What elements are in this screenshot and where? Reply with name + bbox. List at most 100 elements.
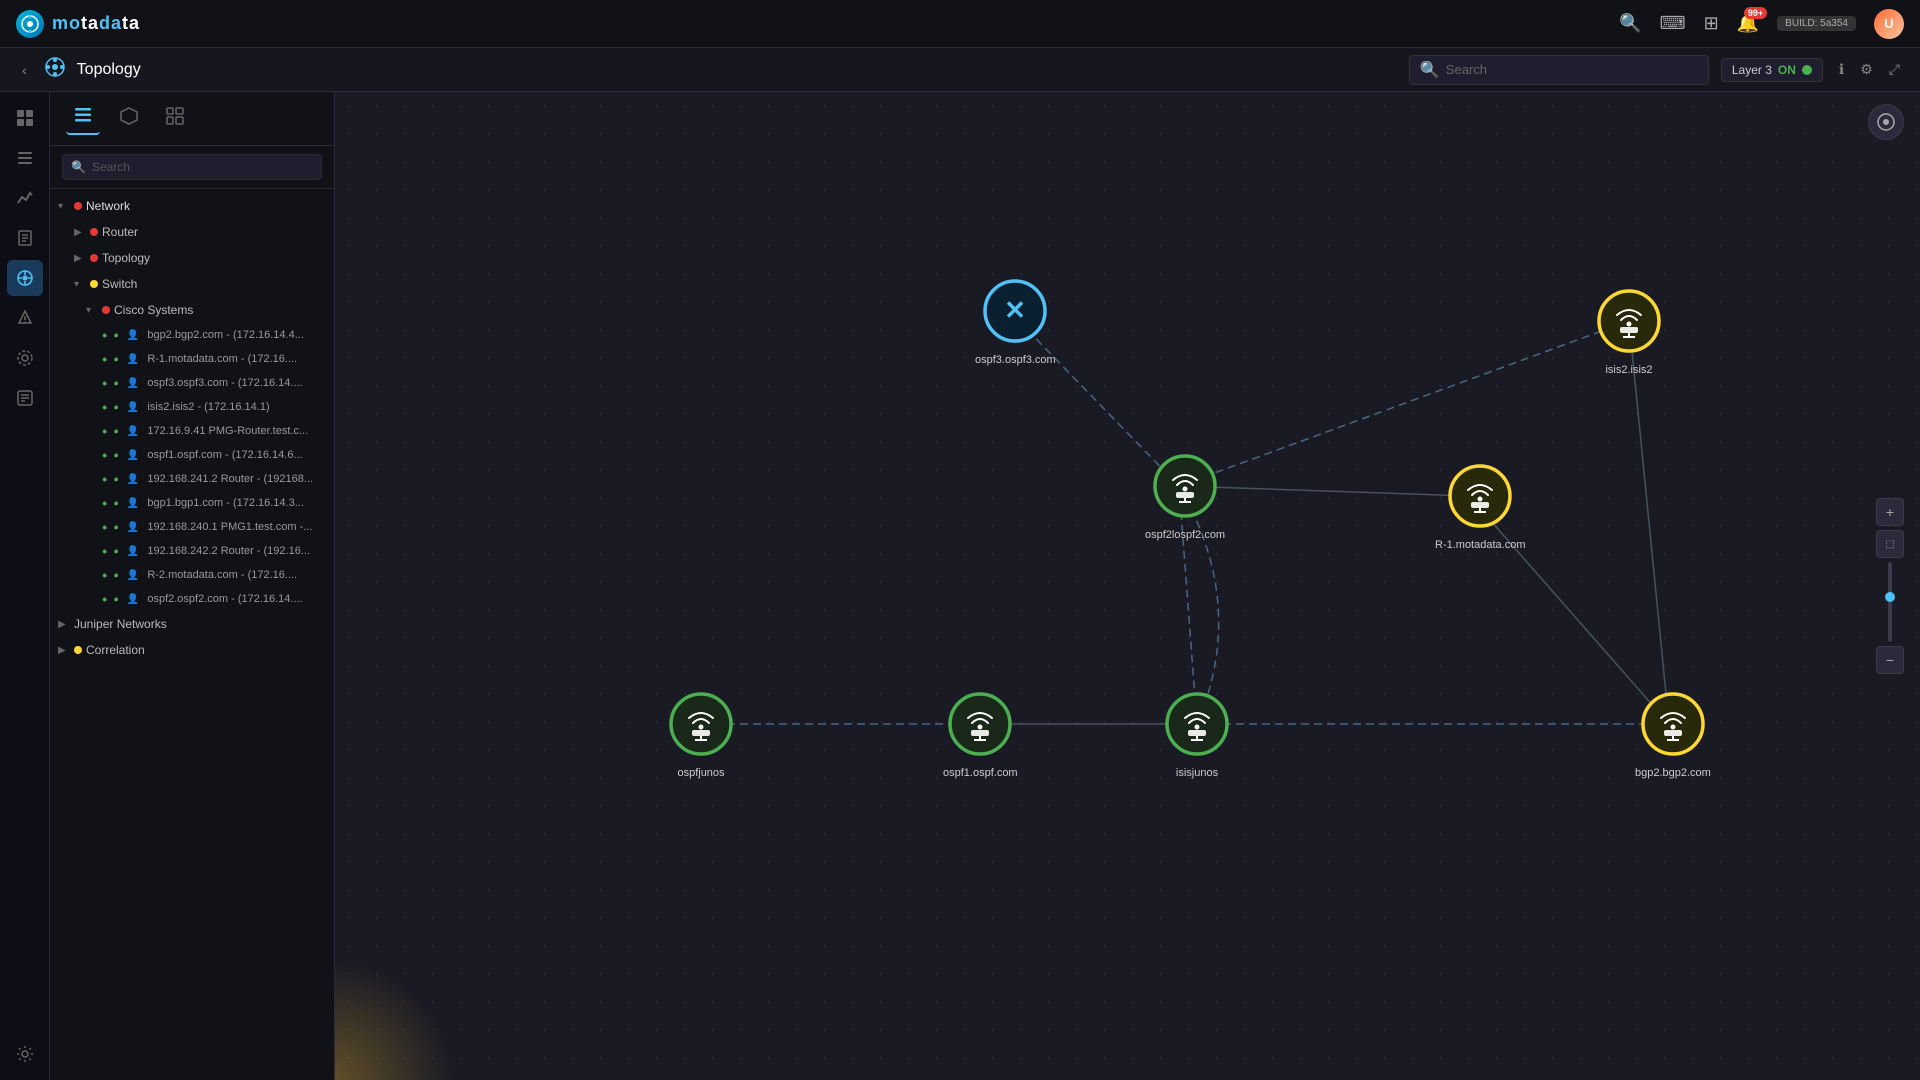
node-label: ospf3.ospf3.com bbox=[975, 354, 1056, 366]
sidebar-search-box[interactable]: 🔍 bbox=[62, 154, 322, 180]
node-icon bbox=[667, 690, 735, 763]
tree-correlation[interactable]: ▶ Correlation bbox=[50, 637, 334, 663]
avatar[interactable]: U bbox=[1874, 9, 1904, 39]
settings-button[interactable]: ⚙ bbox=[1856, 57, 1877, 82]
tree-topology[interactable]: ▶ Topology bbox=[50, 245, 334, 271]
node-label: ospf2lospf2.com bbox=[1145, 529, 1225, 541]
nav-dashboard[interactable] bbox=[7, 100, 43, 136]
build-badge: BUILD: 5a354 bbox=[1777, 16, 1856, 31]
correlation-arrow[interactable]: ▶ bbox=[58, 645, 70, 656]
topology-node[interactable]: isis2.isis2 bbox=[1595, 287, 1663, 376]
sidebar-tab-devices[interactable] bbox=[112, 103, 146, 134]
topology-status-dot bbox=[90, 254, 98, 262]
tree-juniper[interactable]: ▶ Juniper Networks bbox=[50, 611, 334, 637]
expand-button[interactable]: ⤢ bbox=[1885, 57, 1904, 82]
router-status-dot bbox=[90, 228, 98, 236]
topology-node[interactable]: bgp2.bgp2.com bbox=[1635, 690, 1711, 779]
network-label: Network bbox=[86, 199, 130, 213]
nav-analytics[interactable] bbox=[7, 180, 43, 216]
sidebar-tab-grid[interactable] bbox=[158, 103, 192, 134]
svg-text:✕: ✕ bbox=[1004, 295, 1026, 325]
topology-node[interactable]: ospfjunos bbox=[667, 690, 735, 779]
list-item[interactable]: ● ● 👤 R-2.motadata.com - (172.16.... bbox=[50, 563, 334, 587]
list-item[interactable]: ● ● 👤 bgp2.bgp2.com - (172.16.14.4... bbox=[50, 323, 334, 347]
sidebar-search-input[interactable] bbox=[92, 160, 313, 174]
sidebar-search: 🔍 bbox=[50, 146, 334, 189]
topology-node[interactable]: isisjunos bbox=[1163, 690, 1231, 779]
zoom-in-button[interactable]: + bbox=[1876, 498, 1904, 526]
switch-status-dot bbox=[90, 280, 98, 288]
nav-reports[interactable] bbox=[7, 220, 43, 256]
notification-icon[interactable]: 🔔 99+ bbox=[1737, 13, 1759, 34]
keyboard-icon[interactable]: ⌨ bbox=[1660, 13, 1686, 34]
topology-node[interactable]: R-1.motadata.com bbox=[1435, 462, 1525, 551]
switch-arrow[interactable]: ▾ bbox=[74, 279, 86, 290]
back-button[interactable]: ‹ bbox=[16, 58, 33, 82]
router-arrow[interactable]: ▶ bbox=[74, 227, 86, 238]
tree-router[interactable]: ▶ Router bbox=[50, 219, 334, 245]
list-item[interactable]: ● ● 👤 ospf2.ospf2.com - (172.16.14.... bbox=[50, 587, 334, 611]
juniper-arrow[interactable]: ▶ bbox=[58, 619, 70, 630]
topology-edges bbox=[335, 92, 1920, 1080]
topology-node[interactable]: ✕ ospf3.ospf3.com bbox=[975, 277, 1056, 366]
sidebar-search-icon: 🔍 bbox=[71, 160, 86, 174]
nav-logs[interactable] bbox=[7, 380, 43, 416]
list-item[interactable]: ● ● 👤 192.168.241.2 Router - (192168... bbox=[50, 467, 334, 491]
list-item[interactable]: ● ● 👤 192.168.240.1 PMG1.test.com -... bbox=[50, 515, 334, 539]
subbar: ‹ Topology 🔍 Layer 3 ON ℹ ⚙ ⤢ bbox=[0, 48, 1920, 92]
cisco-label: Cisco Systems bbox=[114, 303, 193, 317]
zoom-controls: + ⬚ − bbox=[1876, 498, 1904, 674]
layer-status-dot bbox=[1802, 65, 1812, 75]
apps-icon[interactable]: ⊞ bbox=[1704, 13, 1719, 34]
sidebar-tab-list[interactable] bbox=[66, 102, 100, 135]
zoom-out-button[interactable]: − bbox=[1876, 646, 1904, 674]
node-icon bbox=[1163, 690, 1231, 763]
search-input[interactable] bbox=[1446, 62, 1698, 77]
topology-tree-arrow[interactable]: ▶ bbox=[74, 253, 86, 264]
nav-list[interactable] bbox=[7, 140, 43, 176]
cisco-arrow[interactable]: ▾ bbox=[86, 305, 98, 316]
nav-alerts[interactable] bbox=[7, 300, 43, 336]
list-item[interactable]: ● ● 👤 ospf1.ospf.com - (172.16.14.6... bbox=[50, 443, 334, 467]
zoom-reset-button[interactable]: ⬚ bbox=[1876, 530, 1904, 558]
list-item[interactable]: ● ● 👤 isis2.isis2 - (172.16.14.1) bbox=[50, 395, 334, 419]
layer-badge: Layer 3 ON bbox=[1721, 58, 1823, 82]
nav-config[interactable] bbox=[7, 340, 43, 376]
tree-network[interactable]: ▾ Network bbox=[50, 193, 334, 219]
nav-settings[interactable] bbox=[7, 1036, 43, 1072]
topbar-icons: 🔍 ⌨ ⊞ 🔔 99+ BUILD: 5a354 U bbox=[1619, 9, 1904, 39]
subbar-actions: ℹ ⚙ ⤢ bbox=[1835, 57, 1904, 82]
list-item[interactable]: ● ● 👤 bgp1.bgp1.com - (172.16.14.3... bbox=[50, 491, 334, 515]
node-icon bbox=[1639, 690, 1707, 763]
node-icon: ✕ bbox=[981, 277, 1049, 350]
switch-label: Switch bbox=[102, 277, 137, 291]
layer-status: ON bbox=[1778, 63, 1796, 77]
juniper-label: Juniper Networks bbox=[74, 617, 167, 631]
topology-node[interactable]: ospf2lospf2.com bbox=[1145, 452, 1225, 541]
zoom-slider[interactable] bbox=[1888, 562, 1892, 642]
network-status-dot bbox=[74, 202, 82, 210]
tree-cisco[interactable]: ▾ Cisco Systems bbox=[50, 297, 334, 323]
search-icon[interactable]: 🔍 bbox=[1619, 13, 1641, 34]
cisco-status-dot bbox=[102, 306, 110, 314]
correlation-label: Correlation bbox=[86, 643, 145, 657]
network-arrow[interactable]: ▾ bbox=[58, 201, 70, 212]
minimap[interactable] bbox=[1868, 104, 1904, 140]
nav-topology[interactable] bbox=[7, 260, 43, 296]
list-item[interactable]: ● ● 👤 R-1.motadata.com - (172.16.... bbox=[50, 347, 334, 371]
topology-canvas[interactable]: + ⬚ − ✕ ospf3.ospf3.com bbox=[335, 92, 1920, 1080]
info-button[interactable]: ℹ bbox=[1835, 57, 1848, 82]
router-label: Router bbox=[102, 225, 138, 239]
tree-switch[interactable]: ▾ Switch bbox=[50, 271, 334, 297]
list-item[interactable]: ● ● 👤 172.16.9.41 PMG-Router.test.c... bbox=[50, 419, 334, 443]
subbar-search[interactable]: 🔍 bbox=[1409, 55, 1709, 85]
device-list: ● ● 👤 bgp2.bgp2.com - (172.16.14.4... ● … bbox=[50, 323, 334, 611]
device-tree: ▾ Network ▶ Router ▶ Topology bbox=[50, 189, 334, 1080]
list-item[interactable]: ● ● 👤 ospf3.ospf3.com - (172.16.14.... bbox=[50, 371, 334, 395]
topology-node[interactable]: ospf1.ospf.com bbox=[943, 690, 1018, 779]
list-item[interactable]: ● ● 👤 192.168.242.2 Router - (192.16... bbox=[50, 539, 334, 563]
node-label: isis2.isis2 bbox=[1605, 364, 1652, 376]
layer-label: Layer 3 bbox=[1732, 63, 1772, 77]
node-label: isisjunos bbox=[1176, 767, 1218, 779]
topbar: motadata 🔍 ⌨ ⊞ 🔔 99+ BUILD: 5a354 U bbox=[0, 0, 1920, 48]
